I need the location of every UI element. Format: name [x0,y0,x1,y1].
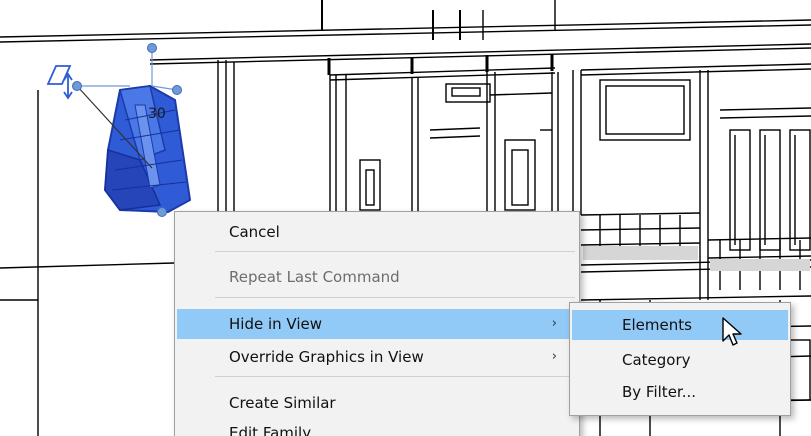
menu-item-label: Cancel [229,223,280,241]
menu-item-label: Repeat Last Command [229,268,400,286]
submenu-arrow-icon: › [551,316,557,331]
menu-item-label: Hide in View [229,315,323,333]
hide-in-view-submenu: Elements Category By Filter... [569,302,791,416]
menu-item-override-graphics-in-view[interactable]: Override Graphics in View › [177,342,577,372]
selected-family-element[interactable] [103,84,192,214]
menu-item-label: Override Graphics in View [229,348,424,366]
menu-item-hide-in-view[interactable]: Hide in View › [177,309,577,339]
menu-separator [215,251,575,252]
menu-item-create-similar[interactable]: Create Similar [177,388,577,418]
flip-control-icon[interactable] [46,65,73,100]
grip-right [172,85,182,95]
element-tag-label: 30 [148,106,166,122]
menu-item-label: Edit Family [229,424,312,436]
drawing-viewport[interactable]: 30 Cancel Repeat Last Command Hide in Vi… [0,0,811,436]
menu-item-repeat-last-command[interactable]: Repeat Last Command [177,262,577,292]
grip-bottom [157,207,167,217]
menu-separator [215,376,575,377]
submenu-item-elements[interactable]: Elements [572,310,788,340]
grip-top [147,43,157,53]
menu-item-label: Create Similar [229,394,336,412]
menu-item-label: Elements [622,316,692,334]
menu-item-cancel[interactable]: Cancel [177,217,577,247]
menu-separator [215,297,575,298]
submenu-arrow-icon: › [551,349,557,364]
arrow-cursor-icon [722,317,742,346]
context-menu: Cancel Repeat Last Command Hide in View … [174,211,580,436]
menu-item-edit-family[interactable]: Edit Family [177,418,577,436]
grip-left [72,81,82,91]
menu-item-label: By Filter... [622,383,697,401]
submenu-item-category[interactable]: Category [572,345,788,375]
submenu-item-by-filter[interactable]: By Filter... [572,377,788,407]
menu-item-label: Category [622,351,691,369]
